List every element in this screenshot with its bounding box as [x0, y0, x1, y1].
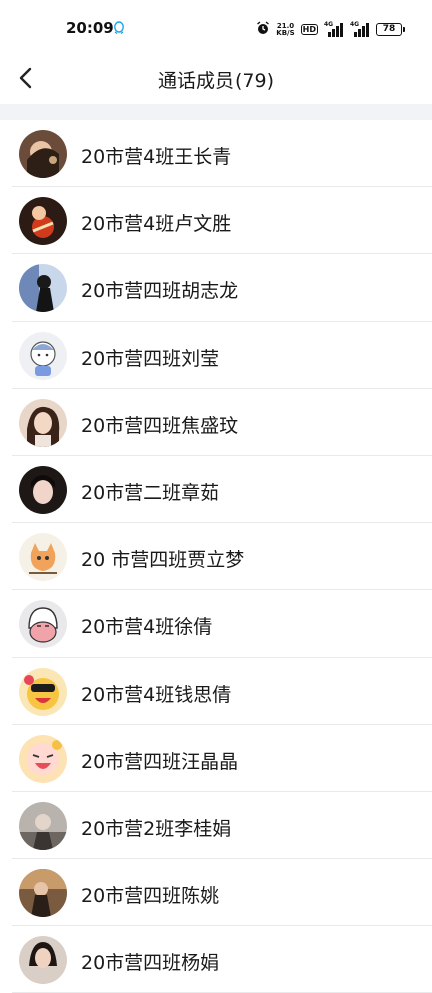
member-name: 20市营四班陈姚 — [81, 885, 220, 908]
member-count: (79) — [235, 70, 275, 92]
avatar — [19, 331, 67, 380]
avatar — [19, 936, 67, 985]
alarm-icon — [256, 20, 270, 39]
member-name: 20市营四班汪晶晶 — [81, 750, 239, 773]
member-row[interactable]: 20市营4班卢文胜 — [0, 187, 432, 255]
member-row[interactable]: 20 市营四班贾立梦 — [0, 523, 432, 591]
signal-strength-icon: 4G — [324, 21, 344, 37]
qq-notification-icon — [113, 20, 125, 39]
member-row[interactable]: 20市营四班胡志龙 — [0, 254, 432, 322]
member-row[interactable]: 20市营2班李桂娟 — [0, 792, 432, 860]
member-row[interactable]: 20市营四班焦盛玟 — [0, 389, 432, 457]
section-divider — [0, 104, 432, 120]
avatar — [19, 264, 67, 313]
member-name: 20市营四班杨娟 — [81, 952, 220, 975]
page-title: 通话成员(79) — [157, 70, 275, 92]
member-row[interactable]: 20市营四班刘莹 — [0, 322, 432, 389]
avatar — [19, 667, 67, 716]
member-name: 20市营四班胡志龙 — [81, 280, 239, 303]
signal-strength-icon: 4G — [350, 21, 370, 37]
member-name: 20市营二班章茹 — [81, 481, 220, 504]
avatar — [19, 600, 67, 649]
status-indicators: 21.0 KB/S HD 4G 4G 78 — [256, 20, 405, 39]
member-list: 20市营4班王长青 20市营4班卢文胜 20市营四班胡志龙 20市营四班刘莹 2… — [0, 120, 432, 993]
nav-header: 通话成员(79) — [0, 56, 432, 104]
status-bar: 20:09 21.0 KB/S HD 4G 4G 78 — [0, 0, 432, 56]
member-name: 20市营4班王长青 — [81, 146, 232, 168]
network-speed: 21.0 KB/S — [276, 21, 295, 37]
avatar — [19, 465, 67, 514]
member-row[interactable]: 20市营二班章茹 — [0, 456, 432, 524]
avatar — [19, 398, 67, 447]
member-row[interactable]: 20市营4班钱思倩 — [0, 658, 432, 725]
avatar — [19, 801, 67, 850]
avatar — [19, 130, 67, 178]
member-name: 20市营4班卢文胜 — [81, 213, 232, 236]
member-row[interactable]: 20市营四班汪晶晶 — [0, 725, 432, 793]
member-name: 20 市营四班贾立梦 — [81, 549, 245, 572]
avatar — [19, 869, 67, 918]
member-name: 20市营四班刘莹 — [81, 347, 220, 370]
avatar — [19, 734, 67, 783]
member-row[interactable]: 20市营四班陈姚 — [0, 859, 432, 927]
member-name: 20市营2班李桂娟 — [81, 817, 232, 840]
member-row[interactable]: 20市营4班徐倩 — [0, 590, 432, 658]
avatar — [19, 533, 67, 582]
member-row[interactable]: 20市营4班王长青 — [0, 120, 432, 188]
member-name: 20市营4班钱思倩 — [81, 683, 232, 706]
status-time: 20:09 — [66, 19, 114, 37]
member-name: 20市营四班焦盛玟 — [81, 414, 239, 437]
member-name: 20市营4班徐倩 — [81, 616, 213, 639]
hd-badge: HD — [300, 24, 318, 35]
battery-indicator: 78 — [376, 23, 405, 36]
avatar — [19, 197, 67, 246]
